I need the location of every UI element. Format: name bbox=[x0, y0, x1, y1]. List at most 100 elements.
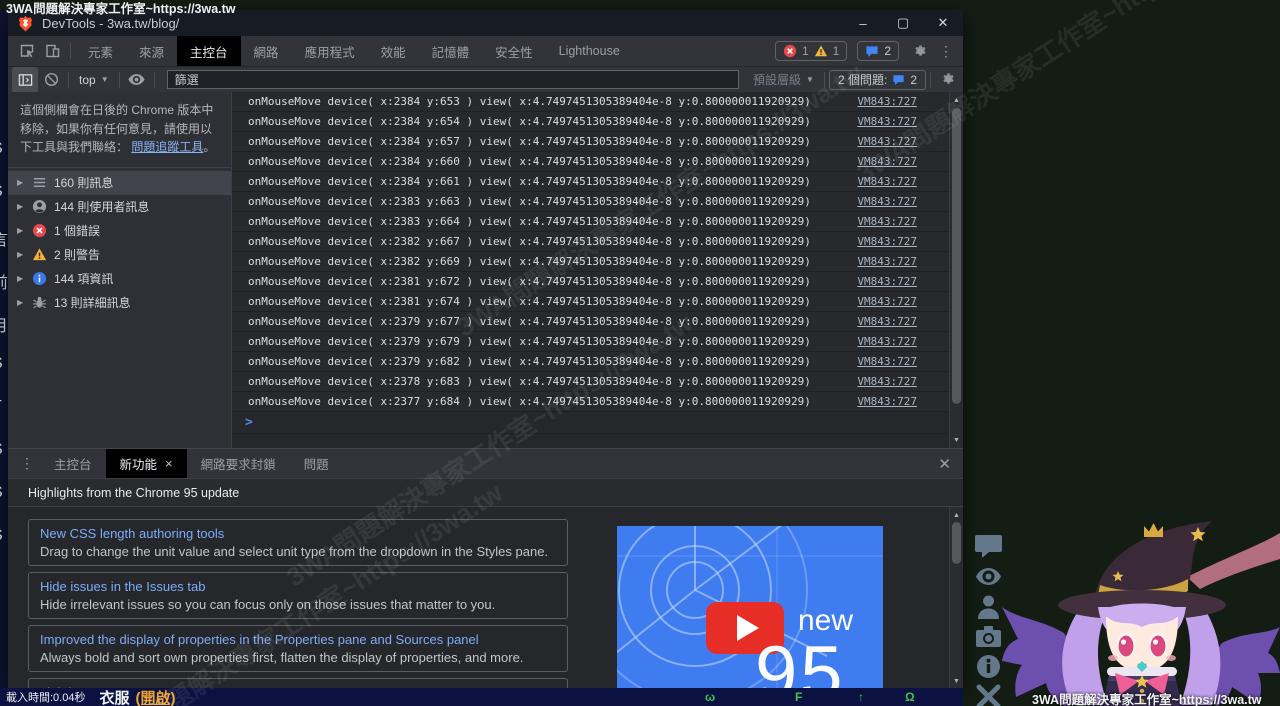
console-log-row[interactable]: onMouseMove device( x:2384 y:661 ) view(… bbox=[232, 172, 949, 192]
console-log-row[interactable]: onMouseMove device( x:2384 y:660 ) view(… bbox=[232, 152, 949, 172]
sidebar-item-list[interactable]: ▶ 160 則訊息 bbox=[8, 171, 231, 195]
drawer-close-icon[interactable]: ✕ bbox=[938, 455, 951, 473]
console-log-row[interactable]: onMouseMove device( x:2381 y:672 ) view(… bbox=[232, 272, 949, 292]
scrollbar-thumb[interactable] bbox=[952, 108, 961, 404]
live2d-witch-character[interactable] bbox=[1002, 515, 1280, 706]
console-log-row[interactable]: onMouseMove device( x:2379 y:682 ) view(… bbox=[232, 352, 949, 372]
inspect-element-icon[interactable] bbox=[14, 38, 40, 64]
expand-caret-icon[interactable]: ▶ bbox=[17, 202, 25, 211]
person-icon[interactable] bbox=[975, 594, 1002, 619]
comment-icon[interactable] bbox=[975, 534, 1002, 559]
card-title-link[interactable]: Improved the display of properties in th… bbox=[40, 632, 556, 647]
console-log-row[interactable]: onMouseMove device( x:2383 y:664 ) view(… bbox=[232, 212, 949, 232]
scroll-up-icon[interactable]: ▲ bbox=[950, 94, 963, 106]
console-status-badges[interactable]: 1 1 bbox=[775, 41, 847, 61]
scroll-up-icon[interactable]: ▲ bbox=[950, 509, 963, 521]
scroll-down-icon[interactable]: ▼ bbox=[950, 434, 963, 446]
clothes-toggle-link[interactable]: (開啟) bbox=[135, 688, 175, 706]
console-log-row[interactable]: onMouseMove device( x:2384 y:654 ) view(… bbox=[232, 112, 949, 132]
source-location-link[interactable]: VM843:727 bbox=[857, 275, 917, 288]
info-icon[interactable] bbox=[975, 654, 1002, 679]
console-sidebar-toggle-icon[interactable] bbox=[12, 67, 38, 93]
source-location-link[interactable]: VM843:727 bbox=[857, 395, 917, 408]
log-level-dropdown[interactable]: 預設層級▼ bbox=[753, 71, 814, 88]
tab-網路[interactable]: 網路 bbox=[241, 36, 292, 66]
settings-gear-icon[interactable] bbox=[907, 38, 933, 64]
sidebar-item-error[interactable]: ▶ 1 個錯誤 bbox=[8, 219, 231, 243]
expand-caret-icon[interactable]: ▶ bbox=[17, 298, 25, 307]
tab-主控台[interactable]: 主控台 bbox=[177, 36, 241, 66]
scrollbar-thumb[interactable] bbox=[952, 522, 961, 564]
drawer-tab-問題[interactable]: 問題 bbox=[290, 449, 343, 479]
source-location-link[interactable]: VM843:727 bbox=[857, 315, 917, 328]
drawer-tab-新功能[interactable]: 新功能× bbox=[106, 449, 187, 479]
console-log-row[interactable]: onMouseMove device( x:2379 y:677 ) view(… bbox=[232, 312, 949, 332]
console-log-row[interactable]: onMouseMove device( x:2382 y:669 ) view(… bbox=[232, 252, 949, 272]
source-location-link[interactable]: VM843:727 bbox=[857, 195, 917, 208]
expand-caret-icon[interactable]: ▶ bbox=[17, 274, 25, 283]
source-location-link[interactable]: VM843:727 bbox=[857, 115, 917, 128]
scroll-down-icon[interactable]: ▼ bbox=[950, 675, 963, 687]
context-selector[interactable]: top▼ bbox=[79, 73, 109, 87]
close-button[interactable]: ✕ bbox=[923, 10, 963, 36]
source-location-link[interactable]: VM843:727 bbox=[857, 335, 917, 348]
live-expression-eye-icon[interactable] bbox=[124, 67, 150, 93]
console-log-row[interactable]: onMouseMove device( x:2379 y:679 ) view(… bbox=[232, 332, 949, 352]
source-location-link[interactable]: VM843:727 bbox=[857, 215, 917, 228]
console-log-row[interactable]: onMouseMove device( x:2377 y:684 ) view(… bbox=[232, 392, 949, 412]
camera-icon[interactable] bbox=[975, 624, 1002, 649]
tab-Lighthouse[interactable]: Lighthouse bbox=[546, 36, 633, 66]
chrome95-video-thumbnail[interactable]: new 95 bbox=[617, 526, 883, 688]
console-log-row[interactable]: onMouseMove device( x:2381 y:674 ) view(… bbox=[232, 292, 949, 312]
clear-console-icon[interactable] bbox=[38, 67, 64, 93]
tab-安全性[interactable]: 安全性 bbox=[482, 36, 546, 66]
source-location-link[interactable]: VM843:727 bbox=[857, 355, 917, 368]
card-title-link[interactable]: New CSS length authoring tools bbox=[40, 526, 556, 541]
tab-close-icon[interactable]: × bbox=[165, 456, 173, 471]
device-toolbar-icon[interactable] bbox=[40, 38, 66, 64]
source-location-link[interactable]: VM843:727 bbox=[857, 95, 917, 108]
background-page-text-fragment: 言 bbox=[0, 226, 8, 269]
source-location-link[interactable]: VM843:727 bbox=[857, 155, 917, 168]
issues-badge[interactable]: 2 bbox=[857, 41, 899, 61]
console-log-row[interactable]: onMouseMove device( x:2384 y:653 ) view(… bbox=[232, 92, 949, 112]
console-settings-gear-icon[interactable] bbox=[935, 67, 961, 93]
console-log-row[interactable]: onMouseMove device( x:2382 y:667 ) view(… bbox=[232, 232, 949, 252]
expand-caret-icon[interactable]: ▶ bbox=[17, 250, 25, 259]
tab-效能[interactable]: 效能 bbox=[368, 36, 419, 66]
expand-caret-icon[interactable]: ▶ bbox=[17, 226, 25, 235]
close-x-icon[interactable] bbox=[975, 684, 1002, 706]
eye-icon[interactable] bbox=[975, 564, 1002, 589]
console-log-row[interactable]: onMouseMove device( x:2384 y:657 ) view(… bbox=[232, 132, 949, 152]
drawer-tab-網路要求封鎖[interactable]: 網路要求封鎖 bbox=[187, 449, 290, 479]
expand-caret-icon[interactable]: ▶ bbox=[17, 178, 25, 187]
source-location-link[interactable]: VM843:727 bbox=[857, 295, 917, 308]
sidebar-item-info[interactable]: ▶ 144 項資訊 bbox=[8, 267, 231, 291]
source-location-link[interactable]: VM843:727 bbox=[857, 175, 917, 188]
source-location-link[interactable]: VM843:727 bbox=[857, 255, 917, 268]
kebab-menu-icon[interactable]: ⋮ bbox=[933, 38, 959, 64]
filter-input[interactable]: 篩選 bbox=[167, 70, 739, 89]
console-log-row[interactable]: onMouseMove device( x:2378 y:683 ) view(… bbox=[232, 372, 949, 392]
source-location-link[interactable]: VM843:727 bbox=[857, 375, 917, 388]
console-scrollbar[interactable]: ▲ ▼ bbox=[949, 92, 963, 448]
tab-應用程式[interactable]: 應用程式 bbox=[292, 36, 368, 66]
tab-元素[interactable]: 元素 bbox=[75, 36, 126, 66]
tab-記憶體[interactable]: 記憶體 bbox=[419, 36, 483, 66]
sidebar-item-bug[interactable]: ▶ 13 則詳細訊息 bbox=[8, 291, 231, 315]
maximize-button[interactable]: ▢ bbox=[883, 10, 923, 36]
source-location-link[interactable]: VM843:727 bbox=[857, 135, 917, 148]
sidebar-item-user[interactable]: ▶ 144 則使用者訊息 bbox=[8, 195, 231, 219]
minimize-button[interactable]: – bbox=[843, 10, 883, 36]
card-title-link[interactable]: Hide issues in the Issues tab bbox=[40, 579, 556, 594]
drawer-scrollbar[interactable]: ▲ ▼ bbox=[949, 507, 963, 688]
tab-來源[interactable]: 來源 bbox=[126, 36, 177, 66]
issue-tracker-link[interactable]: 問題追蹤工具 bbox=[131, 140, 203, 154]
drawer-tab-主控台[interactable]: 主控台 bbox=[40, 449, 106, 479]
drawer-kebab-icon[interactable]: ⋮ bbox=[14, 451, 40, 477]
source-location-link[interactable]: VM843:727 bbox=[857, 235, 917, 248]
console-log-row[interactable]: onMouseMove device( x:2383 y:663 ) view(… bbox=[232, 192, 949, 212]
issues-counter-button[interactable]: 2 個問題: 2 bbox=[829, 70, 926, 90]
console-prompt-row[interactable]: > bbox=[232, 412, 949, 434]
sidebar-item-warning[interactable]: ▶ 2 則警告 bbox=[8, 243, 231, 267]
